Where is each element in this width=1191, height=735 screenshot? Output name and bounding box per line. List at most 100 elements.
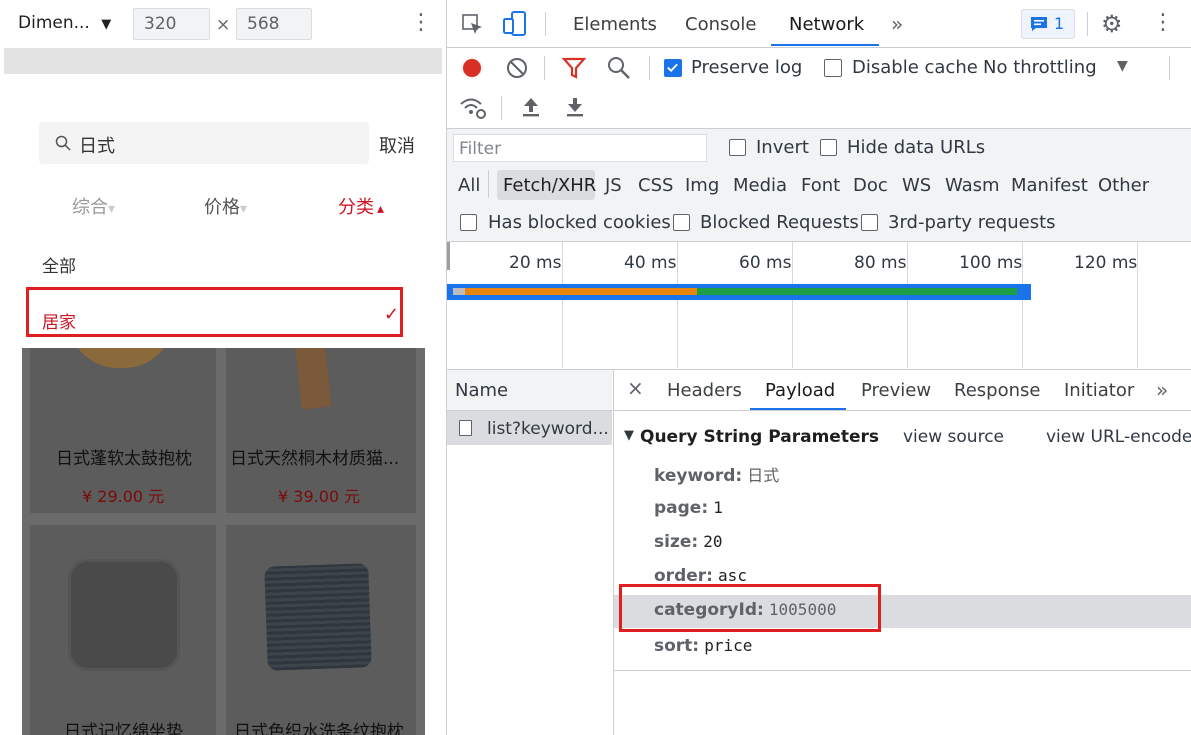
param-row-keyword[interactable]: keyword: 日式 [654, 462, 779, 486]
param-row-size[interactable]: size: 20 [654, 532, 723, 552]
more-tabs-icon[interactable]: » [891, 12, 903, 36]
close-details-icon[interactable]: × [627, 376, 644, 400]
query-section-title[interactable]: Query String Parameters [640, 427, 879, 447]
hide-data-urls-checkbox[interactable] [820, 139, 837, 156]
type-filter-ws[interactable]: WS [902, 175, 931, 196]
cancel-button[interactable]: 取消 [379, 132, 415, 158]
detail-tab-bar: × Headers Payload Preview Response Initi… [614, 370, 1191, 411]
param-value: 1 [713, 498, 723, 517]
view-source-link[interactable]: view source [903, 427, 1004, 447]
issues-badge[interactable]: 1 [1021, 9, 1075, 39]
devtools-tab-bar: Elements Console Network » 1 ⚙ ⋮ [447, 0, 1191, 48]
timeline-tick-label: 20 ms [509, 253, 562, 273]
timeline-gridline [907, 242, 908, 368]
media-query-bar[interactable] [4, 48, 442, 74]
tab-console[interactable]: Console [685, 14, 756, 35]
device-more-icon[interactable]: ⋮ [410, 12, 432, 34]
product-name: 日式记忆绵坐垫 [64, 722, 183, 735]
preserve-log-label: Preserve log [691, 57, 803, 78]
invert-checkbox[interactable] [729, 139, 746, 156]
filter-icon[interactable] [562, 57, 586, 79]
has-blocked-cookies-checkbox[interactable] [460, 214, 477, 231]
request-details: × Headers Payload Preview Response Initi… [614, 370, 1191, 735]
sort-tab-label: 综合 [72, 197, 108, 218]
type-filter-all[interactable]: All [458, 175, 480, 196]
timeline-gridline [562, 242, 563, 368]
inspect-element-icon[interactable] [462, 14, 484, 36]
sort-tab-price[interactable]: 价格▾ [204, 193, 247, 219]
height-input[interactable]: 568 [236, 8, 312, 40]
tab-preview[interactable]: Preview [861, 380, 931, 401]
request-timing-bar[interactable] [447, 284, 1031, 300]
collapse-triangle-icon[interactable]: ▼ [624, 428, 634, 443]
type-filter-wasm[interactable]: Wasm [945, 175, 1000, 196]
product-image [264, 563, 372, 671]
product-card[interactable]: 日式记忆绵坐垫 [30, 525, 216, 735]
third-party-checkbox[interactable] [861, 214, 878, 231]
type-filter-other[interactable]: Other [1098, 175, 1149, 196]
type-filter-fetch-xhr[interactable]: Fetch/XHR [497, 170, 596, 200]
name-column-label: Name [455, 380, 509, 401]
disable-cache-checkbox[interactable] [824, 59, 842, 77]
width-input[interactable]: 320 [133, 8, 210, 40]
sort-tab-label: 价格 [204, 197, 240, 218]
tab-payload[interactable]: Payload [765, 380, 835, 401]
product-card[interactable]: 日式天然桐木材质猫... ¥ 39.00 元 [226, 348, 416, 513]
product-grid-overlay[interactable]: 日式蓬软太鼓抱枕 ¥ 29.00 元 日式天然桐木材质猫... ¥ 39.00 … [22, 348, 425, 735]
timeline-left-handle[interactable] [447, 242, 450, 270]
network-conditions-icon[interactable] [459, 96, 487, 120]
type-filter-media[interactable]: Media [733, 175, 787, 196]
product-image [294, 348, 332, 410]
type-filter-font[interactable]: Font [801, 175, 840, 196]
device-toolbar-icon[interactable] [503, 11, 527, 37]
sort-tab-label: 分类 [338, 197, 374, 218]
type-filter-manifest[interactable]: Manifest [1011, 175, 1088, 196]
search-input[interactable]: 日式 [39, 122, 369, 164]
throttling-select[interactable]: No throttling [983, 57, 1097, 78]
search-network-icon[interactable] [607, 56, 631, 80]
request-row[interactable]: list?keyword... [447, 411, 612, 445]
filter-input[interactable]: Filter [453, 134, 707, 162]
tab-response[interactable]: Response [954, 380, 1040, 401]
record-button[interactable] [461, 57, 483, 79]
devtools-menu-icon[interactable]: ⋮ [1152, 12, 1174, 34]
throttling-dropdown-icon[interactable]: ▼ [1117, 58, 1128, 74]
category-option-all[interactable]: 全部 [42, 252, 76, 277]
timeline-tick-label: 40 ms [624, 253, 677, 273]
product-card[interactable]: 日式色织水洗条纹抱枕 [226, 525, 416, 735]
sort-tab-comprehensive[interactable]: 综合▾ [72, 193, 115, 219]
type-filter-img[interactable]: Img [685, 175, 719, 196]
clear-icon[interactable] [506, 57, 528, 79]
third-party-label: 3rd-party requests [888, 212, 1056, 233]
param-row-page[interactable]: page: 1 [654, 498, 723, 518]
timeline-gridline [677, 242, 678, 368]
name-column-header[interactable]: Name [447, 370, 612, 411]
type-filter-doc[interactable]: Doc [853, 175, 888, 196]
dimensions-label: Dimen... [18, 13, 90, 33]
product-image [68, 559, 180, 671]
product-name: 日式蓬软太鼓抱枕 [56, 449, 192, 469]
tab-elements[interactable]: Elements [573, 14, 657, 35]
blocked-requests-checkbox[interactable] [673, 214, 690, 231]
product-card[interactable]: 日式蓬软太鼓抱枕 ¥ 29.00 元 [30, 348, 216, 513]
import-har-icon[interactable] [521, 96, 541, 118]
param-row-order[interactable]: order: asc [654, 566, 747, 586]
tab-initiator[interactable]: Initiator [1064, 380, 1134, 401]
tab-network[interactable]: Network [789, 14, 864, 35]
param-key: size: [654, 532, 699, 552]
preserve-log-checkbox[interactable] [664, 59, 682, 77]
document-icon [459, 420, 472, 436]
view-url-encoded-link[interactable]: view URL-encoded [1046, 427, 1191, 447]
type-filter-js[interactable]: JS [605, 175, 622, 196]
type-filter-css[interactable]: CSS [638, 175, 673, 196]
more-detail-tabs-icon[interactable]: » [1156, 378, 1168, 402]
settings-gear-icon[interactable]: ⚙ [1101, 10, 1123, 38]
sort-tab-category[interactable]: 分类 ▴ [338, 193, 384, 219]
device-emulation-pane: Dimen... ▼ 320 × 568 ⋮ 日式 取消 综合▾ 价格▾ 分类 ▴… [0, 0, 446, 735]
blocked-requests-label: Blocked Requests [700, 212, 859, 233]
timing-download [697, 288, 1017, 295]
dimensions-select[interactable]: Dimen... ▼ [18, 13, 111, 33]
param-row-sort[interactable]: sort: price [654, 636, 752, 656]
tab-headers[interactable]: Headers [667, 380, 742, 401]
export-har-icon[interactable] [565, 96, 585, 118]
